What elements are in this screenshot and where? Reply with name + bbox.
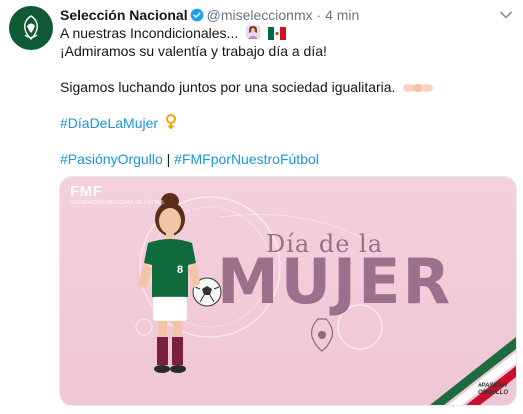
jersey-number: 8	[176, 264, 184, 276]
tweet-line-1-text: A nuestras Incondicionales...	[60, 25, 239, 41]
tweet-image[interactable]: FMF FEDERACIÓN MEXICANA DE FÚTBOL 8 Día …	[59, 176, 517, 406]
mexico-flag-emoji-icon	[268, 27, 287, 40]
hashtag-pasion-y-orgullo[interactable]: #PasiónyOrgullo	[60, 151, 163, 167]
hashtag-dia-de-la-mujer[interactable]: #DíaDeLaMujer	[60, 115, 158, 131]
author-handle[interactable]: @miseleccionmx	[207, 7, 313, 23]
avatar[interactable]	[9, 6, 53, 50]
tweet-line-2: ¡Admiramos su valentía y trabajo día a d…	[60, 43, 327, 59]
hashtag-fmf-por-nuestro-futbol[interactable]: #FMFporNuestroFútbol	[174, 151, 319, 167]
chevron-down-icon[interactable]	[499, 8, 513, 22]
author-name[interactable]: Selección Nacional	[60, 7, 188, 23]
image-hashtag-badge: #PASIÓNY ORGULLO	[478, 383, 508, 397]
image-hashtag-line-2: ORGULLO	[478, 390, 508, 396]
fmf-logo-text: FMF	[70, 183, 103, 200]
tweet-header: Selección Nacional @miseleccionmx · 4 min	[60, 6, 359, 24]
hashtag-separator: |	[166, 151, 171, 167]
fmf-logo: FMF FEDERACIÓN MEXICANA DE FÚTBOL	[70, 183, 165, 206]
verified-badge-icon	[190, 8, 204, 22]
tweet-line-4: #DíaDeLaMujer	[60, 114, 177, 132]
female-sign-emoji-icon	[165, 114, 176, 129]
tweet-time[interactable]: 4 min	[325, 7, 359, 23]
tweet-line-1: A nuestras Incondicionales...	[60, 24, 287, 42]
image-hashtag-line-1: #PASIÓNY	[478, 383, 508, 389]
time-separator: ·	[316, 7, 322, 23]
image-title-big: MUJER	[217, 245, 453, 318]
mexico-crest-icon	[24, 15, 38, 40]
mexico-crest-icon	[311, 318, 333, 352]
woman-emoji-icon	[246, 25, 261, 39]
fmf-logo-subtitle: FEDERACIÓN MEXICANA DE FÚTBOL	[70, 200, 166, 206]
player-illustration	[138, 193, 200, 373]
tweet-line-5: #PasiónyOrgullo | #FMFporNuestroFútbol	[60, 150, 319, 168]
clapping-emoji-icon	[403, 84, 434, 92]
tweet-line-3: Sigamos luchando juntos por una sociedad…	[60, 78, 434, 96]
tweet-line-3-text: Sigamos luchando juntos por una sociedad…	[60, 79, 396, 95]
